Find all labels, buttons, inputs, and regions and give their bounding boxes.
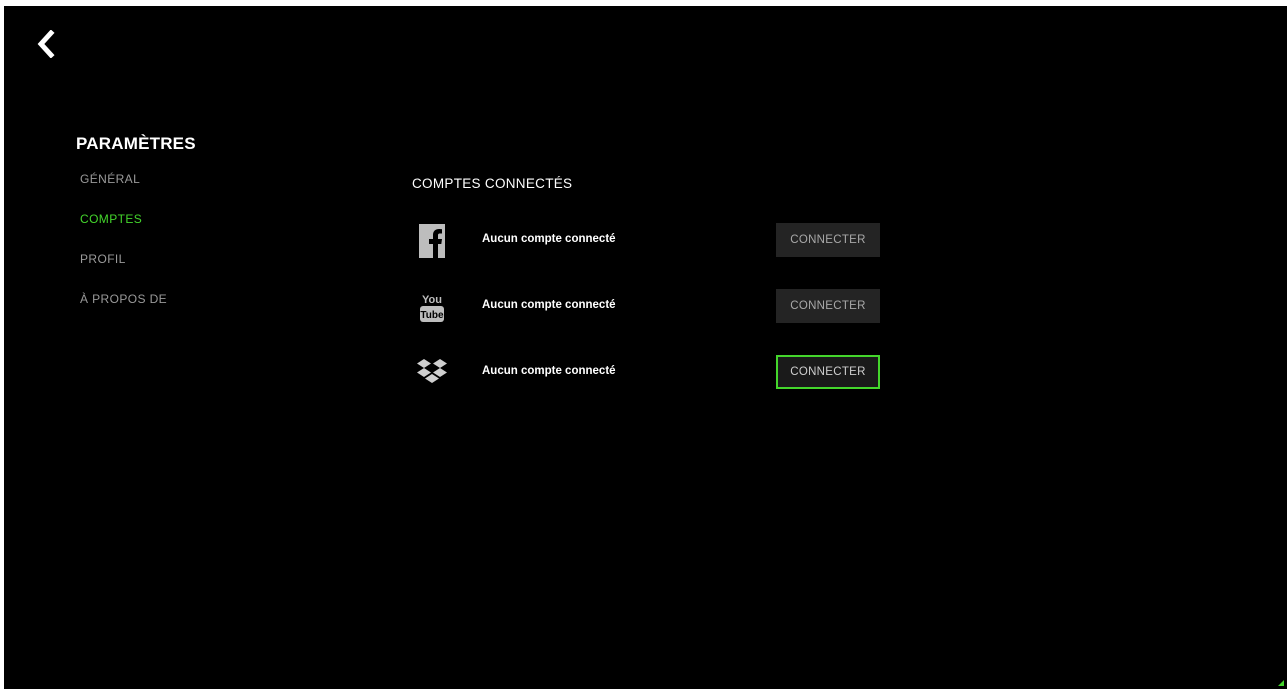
back-button[interactable] — [30, 26, 62, 62]
sidebar-item-profile[interactable]: PROFIL — [76, 252, 296, 292]
section-title: COMPTES CONNECTÉS — [412, 176, 573, 191]
svg-text:Tube: Tube — [420, 310, 444, 321]
account-status-youtube: Aucun compte connecté — [482, 299, 616, 311]
account-status-dropbox: Aucun compte connecté — [482, 365, 616, 377]
settings-window: PARAMÈTRES GÉNÉRAL COMPTES PROFIL À PROP… — [4, 6, 1287, 689]
sidebar-title: PARAMÈTRES — [76, 134, 196, 153]
connect-youtube-button[interactable]: CONNECTER — [776, 289, 880, 323]
facebook-icon — [412, 221, 452, 261]
chevron-left-icon — [37, 30, 55, 58]
svg-text:You: You — [422, 294, 442, 306]
account-status-facebook: Aucun compte connecté — [482, 233, 616, 245]
account-row-facebook: Aucun compte connecté CONNECTER — [412, 221, 1012, 287]
youtube-icon: You Tube — [412, 287, 452, 327]
resize-grip-icon[interactable] — [1278, 680, 1284, 686]
dropbox-icon — [412, 353, 452, 393]
account-row-dropbox: Aucun compte connecté CONNECTER — [412, 353, 1012, 419]
sidebar-item-general[interactable]: GÉNÉRAL — [76, 172, 296, 212]
sidebar-item-about[interactable]: À PROPOS DE — [76, 292, 296, 332]
settings-sidebar: PARAMÈTRES GÉNÉRAL COMPTES PROFIL À PROP… — [76, 134, 296, 332]
account-row-youtube: You Tube Aucun compte connecté CONNECTER — [412, 287, 1012, 353]
connected-accounts-panel: COMPTES CONNECTÉS Aucun compte connecté … — [412, 176, 1012, 419]
connect-dropbox-button[interactable]: CONNECTER — [776, 355, 880, 389]
connect-facebook-button[interactable]: CONNECTER — [776, 223, 880, 257]
sidebar-item-accounts[interactable]: COMPTES — [76, 212, 296, 252]
